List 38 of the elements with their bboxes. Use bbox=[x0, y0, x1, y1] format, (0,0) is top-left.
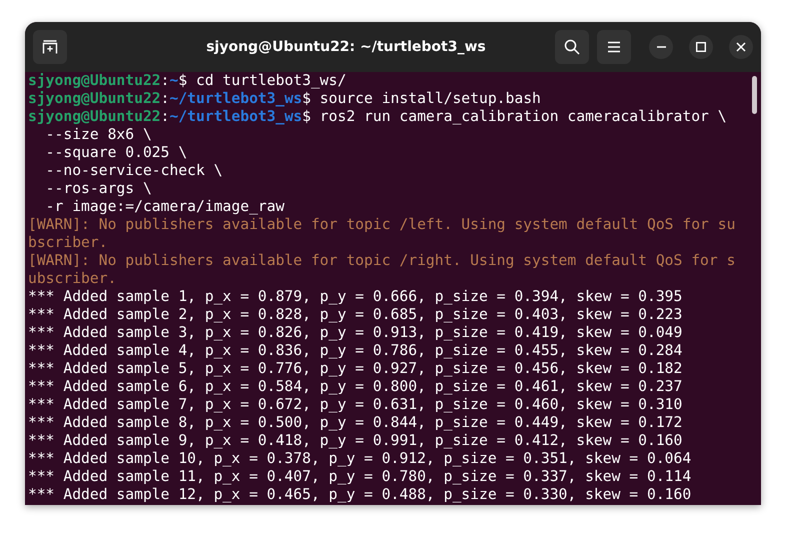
output-line: *** Added sample 3, p_x = 0.826, p_y = 0.913, p_size = 0.419, skew = 0.049 bbox=[28, 324, 682, 342]
output-line: --size 8x6 \ bbox=[44, 126, 152, 144]
prompt-line: sjyong@Ubuntu22:~/turtlebot3_ws$ source install/setup.bash bbox=[28, 90, 541, 108]
prompt-line: sjyong@Ubuntu22:~$ cd turtlebot3_ws/ bbox=[28, 72, 346, 90]
output-line: -r image:=/camera/image_raw bbox=[44, 198, 284, 216]
search-button[interactable] bbox=[555, 30, 589, 64]
minimize-button[interactable] bbox=[649, 35, 673, 59]
warning-line: [WARN]: No publishers available for topic /right. Using system default QoS for s bbox=[28, 252, 736, 270]
menu-button[interactable] bbox=[597, 30, 631, 64]
output-line: --ros-args \ bbox=[44, 180, 152, 198]
scrollbar-thumb[interactable] bbox=[752, 76, 756, 114]
warning-line: [WARN]: No publishers available for topic /left. Using system default QoS for su bbox=[28, 216, 736, 234]
minimize-icon bbox=[656, 46, 666, 48]
new-tab-icon bbox=[42, 39, 58, 55]
output-line: *** Added sample 10, p_x = 0.378, p_y = 0.912, p_size = 0.351, skew = 0.064 bbox=[28, 450, 692, 468]
warning-line: bscriber. bbox=[28, 234, 108, 252]
prompt-line: sjyong@Ubuntu22:~/turtlebot3_ws$ ros2 run camera_calibration cameracalibrator \ bbox=[28, 108, 727, 126]
output-line: *** Added sample 11, p_x = 0.407, p_y = 0.780, p_size = 0.337, skew = 0.114 bbox=[28, 468, 692, 486]
output-line: *** Added sample 8, p_x = 0.500, p_y = 0.844, p_size = 0.449, skew = 0.172 bbox=[28, 414, 682, 432]
output-line: *** Added sample 7, p_x = 0.672, p_y = 0.631, p_size = 0.460, skew = 0.310 bbox=[28, 396, 682, 414]
output-line: *** Added sample 2, p_x = 0.828, p_y = 0.685, p_size = 0.403, skew = 0.223 bbox=[28, 306, 682, 324]
output-line: *** Added sample 6, p_x = 0.584, p_y = 0.800, p_size = 0.461, skew = 0.237 bbox=[28, 378, 682, 396]
window-title: sjyong@Ubuntu22: ~/turtlebot3_ws bbox=[206, 38, 486, 56]
close-icon bbox=[736, 42, 746, 52]
output-line: --square 0.025 \ bbox=[44, 144, 188, 162]
maximize-button[interactable] bbox=[689, 35, 713, 59]
close-button[interactable] bbox=[729, 35, 753, 59]
warning-line: ubscriber. bbox=[28, 270, 116, 288]
output-line: *** Added sample 12, p_x = 0.465, p_y = 0.488, p_size = 0.330, skew = 0.160 bbox=[28, 486, 692, 504]
output-line: *** Added sample 1, p_x = 0.879, p_y = 0.666, p_size = 0.394, skew = 0.395 bbox=[28, 288, 682, 306]
menu-icon bbox=[607, 41, 621, 53]
output-line: --no-service-check \ bbox=[44, 162, 223, 180]
search-icon bbox=[564, 39, 580, 55]
new-tab-button[interactable] bbox=[33, 30, 67, 64]
maximize-icon bbox=[696, 42, 706, 52]
output-line: *** Added sample 4, p_x = 0.836, p_y = 0.786, p_size = 0.455, skew = 0.284 bbox=[28, 342, 682, 360]
output-line: *** Added sample 5, p_x = 0.776, p_y = 0.927, p_size = 0.456, skew = 0.182 bbox=[28, 360, 682, 378]
output-line: *** Added sample 9, p_x = 0.418, p_y = 0.991, p_size = 0.412, skew = 0.160 bbox=[28, 432, 682, 450]
